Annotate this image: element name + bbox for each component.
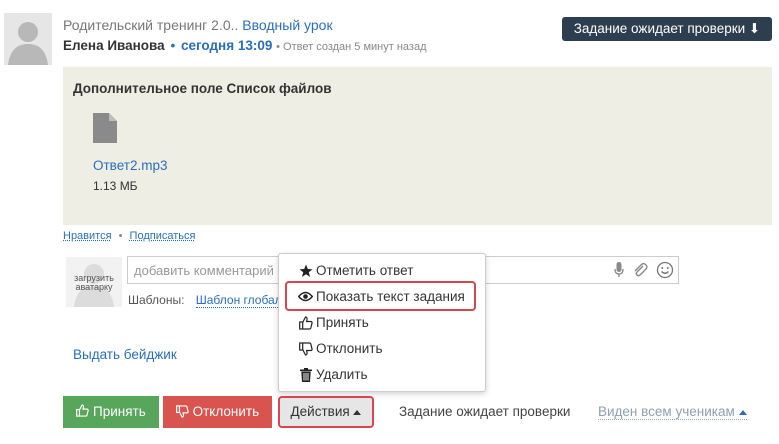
attachment-panel: Дополнительное поле Список файлов Ответ2… (63, 67, 772, 225)
thumbs-up-icon (76, 404, 89, 417)
accept-button[interactable]: Принять (63, 396, 159, 428)
comment-placeholder: добавить комментарий (134, 263, 274, 278)
review-status-text: Задание ожидает проверки (399, 404, 571, 419)
caret-up-icon (353, 410, 362, 415)
microphone-icon[interactable] (614, 262, 624, 278)
emoji-icon[interactable] (656, 261, 674, 279)
star-icon (298, 264, 313, 278)
menu-item-label: Отметить ответ (316, 263, 414, 278)
award-badge-link[interactable]: Выдать бейджик (73, 347, 177, 362)
user-silhouette-icon (4, 13, 52, 65)
like-link[interactable]: Нравится (63, 230, 112, 242)
paperclip-icon[interactable] (632, 262, 648, 278)
actions-button-label: Действия (290, 404, 350, 419)
caret-up-icon (738, 410, 747, 415)
created-info: • Ответ создан 5 минут назад (276, 41, 427, 53)
templates-row: Шаблоны: Шаблон глобаль (128, 293, 288, 308)
social-actions: Нравится • Подписаться (63, 230, 195, 242)
file-size: 1.13 МБ (93, 179, 138, 193)
actions-dropdown-menu: Отметить ответ Показать текст задания Пр… (278, 253, 486, 392)
social-separator: • (118, 230, 123, 242)
actions-dropdown-button[interactable]: Действия (278, 396, 374, 428)
status-badge[interactable]: Задание ожидает проверки ⬇ (562, 17, 772, 41)
reject-button-label: Отклонить (192, 404, 260, 419)
lesson-link[interactable]: Вводный урок (242, 17, 332, 33)
subscribe-link[interactable]: Подписаться (130, 230, 196, 242)
menu-item-highlight (285, 281, 476, 311)
menu-item-mark-answer[interactable]: Отметить ответ (298, 263, 413, 278)
author-line: Елена Иванова • сегодня 13:09 • Ответ со… (63, 38, 427, 53)
menu-item-label: Отклонить (316, 341, 383, 356)
templates-label: Шаблоны: (128, 293, 185, 307)
menu-item-label: Принять (316, 315, 369, 330)
menu-item-reject[interactable]: Отклонить (298, 341, 383, 356)
trash-icon (298, 367, 313, 382)
thumbs-down-icon (298, 341, 313, 356)
menu-item-label: Удалить (316, 367, 368, 382)
file-icon[interactable] (93, 113, 117, 143)
separator: • (170, 38, 176, 53)
template-link[interactable]: Шаблон глобаль (195, 293, 288, 308)
attachment-title: Дополнительное поле Список файлов (73, 81, 332, 96)
menu-item-accept[interactable]: Принять (298, 315, 369, 330)
visibility-label: Виден всем ученикам (598, 404, 735, 419)
accept-button-label: Принять (93, 404, 146, 419)
author-avatar[interactable] (4, 13, 52, 65)
course-line: Родительский тренинг 2.0.. Вводный урок (63, 17, 333, 33)
thumbs-up-icon (298, 315, 313, 330)
menu-item-delete[interactable]: Удалить (298, 367, 368, 382)
thumbs-down-icon (175, 405, 189, 418)
upload-avatar-label: загрузить аватарку (74, 273, 114, 292)
visibility-dropdown[interactable]: Виден всем ученикам (598, 404, 747, 420)
course-name: Родительский тренинг 2.0.. (63, 17, 239, 33)
post-time[interactable]: сегодня 13:09 (181, 38, 272, 53)
comment-avatar[interactable]: загрузить аватарку (66, 257, 122, 307)
file-name-link[interactable]: Ответ2.mp3 (93, 158, 167, 173)
reject-button[interactable]: Отклонить (163, 396, 272, 428)
author-name[interactable]: Елена Иванова (63, 38, 165, 53)
